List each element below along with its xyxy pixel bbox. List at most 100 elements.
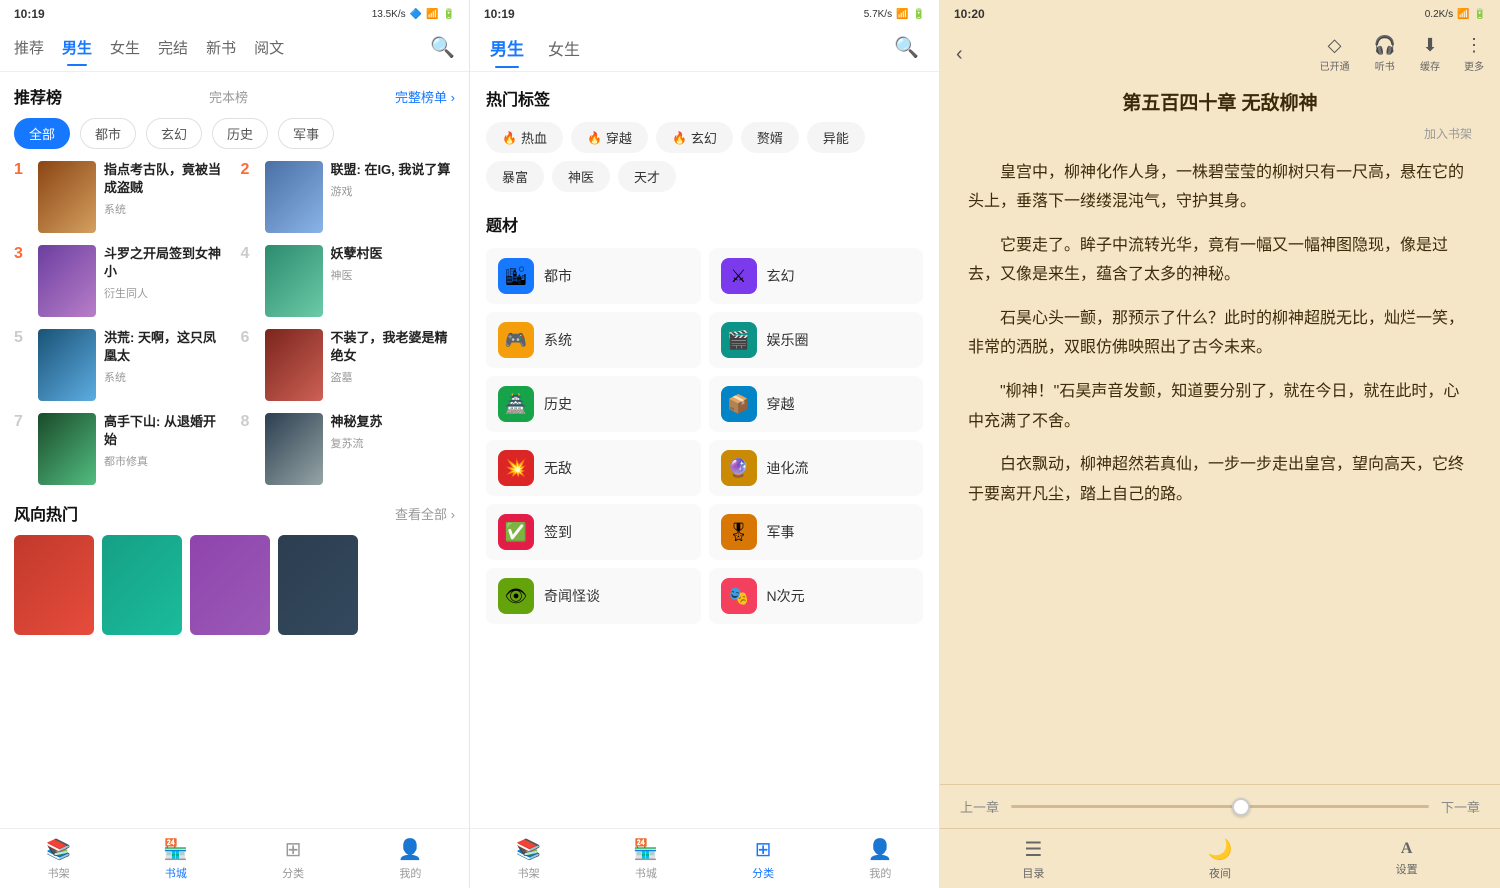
bookshelf-icon-2: 📚 bbox=[516, 837, 541, 862]
subject-item-签到[interactable]: ✅ 签到 bbox=[486, 504, 701, 560]
subject-item-玄幻[interactable]: ⚔ 玄幻 bbox=[709, 248, 924, 304]
bookshelf-icon-1: 📚 bbox=[46, 837, 71, 862]
subject-item-无敌[interactable]: 💥 无敌 bbox=[486, 440, 701, 496]
status-bar-2: 10:19 5.7K/s 📶 🔋 bbox=[470, 0, 939, 28]
bottom-nav-profile-2[interactable]: 👤 我的 bbox=[822, 837, 939, 881]
subject-item-系统[interactable]: 🎮 系统 bbox=[486, 312, 701, 368]
bottom-nav-bookshelf-1[interactable]: 📚 书架 bbox=[0, 837, 117, 881]
hot-tag-hotblood[interactable]: 🔥热血 bbox=[486, 122, 563, 153]
trending-cover-4[interactable] bbox=[278, 535, 358, 635]
subject-item-军事[interactable]: 🎖 军事 bbox=[709, 504, 924, 560]
subject-item-都市[interactable]: 🏙 都市 bbox=[486, 248, 701, 304]
book-item[interactable]: 5 洪荒: 天啊，这只凤凰太 系统 bbox=[14, 329, 229, 401]
book-rank: 3 bbox=[14, 245, 30, 263]
subject-item-奇闻怪谈[interactable]: 👁 奇闻怪谈 bbox=[486, 568, 701, 624]
trending-cover-3[interactable] bbox=[190, 535, 270, 635]
book-cover bbox=[38, 413, 96, 485]
book-cover bbox=[265, 245, 323, 317]
search-icon-2[interactable]: 🔍 bbox=[894, 35, 919, 68]
paragraph-2: 它要走了。眸子中流转光华，竟有一幅又一幅神图隐现，像是过去，又像是来生，蕴含了太… bbox=[968, 231, 1472, 290]
rank-btn-history[interactable]: 历史 bbox=[212, 118, 268, 149]
hot-tag-shenyi[interactable]: 神医 bbox=[552, 161, 610, 192]
tab-male[interactable]: 男生 bbox=[62, 37, 92, 66]
p3-settings-btn[interactable]: A 设置 bbox=[1313, 840, 1500, 877]
status-icons-3: 0.2K/s 📶 🔋 bbox=[1425, 9, 1486, 20]
add-bookshelf-btn[interactable]: 加入书架 bbox=[968, 125, 1472, 142]
chapter-slider[interactable] bbox=[1011, 805, 1429, 808]
subject-item-穿越[interactable]: 📦 穿越 bbox=[709, 376, 924, 432]
hot-tags-section: 热门标签 🔥热血 🔥穿越 🔥玄幻 赘婿 异能 暴富 神医 天才 bbox=[486, 86, 923, 192]
trending-cover-2[interactable] bbox=[102, 535, 182, 635]
tab-newbook[interactable]: 新书 bbox=[206, 37, 236, 66]
p3-action-more[interactable]: ⋮ 更多 bbox=[1464, 35, 1484, 73]
back-button[interactable]: ‹ bbox=[956, 43, 963, 66]
paragraph-1: 皇宫中，柳神化作人身，一株碧莹莹的柳树只有一尺高，悬在它的头上，垂落下一缕缕混沌… bbox=[968, 158, 1472, 217]
p3-action-vip[interactable]: ◇ 已开通 bbox=[1320, 35, 1350, 73]
category-label-2: 分类 bbox=[752, 865, 774, 881]
tab-yuewen[interactable]: 阅文 bbox=[254, 37, 284, 66]
settings-icon: A bbox=[1401, 840, 1413, 858]
trending-link[interactable]: 查看全部 › bbox=[395, 504, 455, 523]
p3-action-cache[interactable]: ⬇ 缓存 bbox=[1420, 35, 1440, 73]
book-list: 1 指点考古队，竟被当成盗贼 系统 2 联盟: 在IG, 我说了算 游戏 3 斗… bbox=[14, 161, 455, 485]
book-item[interactable]: 7 高手下山: 从退婚开始 都市修真 bbox=[14, 413, 229, 485]
book-tag: 盗墓 bbox=[331, 369, 456, 385]
subject-item-娱乐圈[interactable]: 🎬 娱乐圈 bbox=[709, 312, 924, 368]
subject-item-历史[interactable]: 🏯 历史 bbox=[486, 376, 701, 432]
tab2-male[interactable]: 男生 bbox=[490, 35, 524, 68]
bottom-nav-store-1[interactable]: 🏪 书城 bbox=[117, 837, 234, 881]
book-item[interactable]: 3 斗罗之开局签到女神小 衍生同人 bbox=[14, 245, 229, 317]
subject-section: 题材 🏙 都市 ⚔ 玄幻 🎮 系统 🎬 娱乐圈 🏯 历史 📦 穿越 💥 无敌 🔮… bbox=[486, 212, 923, 624]
rank-full-link[interactable]: 完整榜单 › bbox=[395, 87, 455, 106]
p3-action-listen[interactable]: 🎧 听书 bbox=[1374, 35, 1396, 73]
profile-icon-1: 👤 bbox=[398, 837, 423, 862]
hot-tag-chuanyue[interactable]: 🔥穿越 bbox=[571, 122, 648, 153]
rank-btn-military[interactable]: 军事 bbox=[278, 118, 334, 149]
p3-night-btn[interactable]: 🌙 夜间 bbox=[1127, 837, 1314, 881]
book-item[interactable]: 4 妖孽村医 神医 bbox=[241, 245, 456, 317]
tab-female[interactable]: 女生 bbox=[110, 37, 140, 66]
trending-cover-1[interactable] bbox=[14, 535, 94, 635]
trending-header: 风向热门 查看全部 › bbox=[14, 501, 455, 525]
tab2-female[interactable]: 女生 bbox=[548, 36, 580, 68]
profile-icon-2: 👤 bbox=[868, 837, 893, 862]
subject-item-迪化流[interactable]: 🔮 迪化流 bbox=[709, 440, 924, 496]
book-tag: 游戏 bbox=[331, 183, 456, 199]
subject-item-N次元[interactable]: 🎭 N次元 bbox=[709, 568, 924, 624]
bottom-nav-bookshelf-2[interactable]: 📚 书架 bbox=[470, 837, 587, 881]
tab-complete[interactable]: 完结 bbox=[158, 37, 188, 66]
store-label-1: 书城 bbox=[165, 865, 187, 881]
subject-icon: 🎬 bbox=[721, 322, 757, 358]
hot-tag-yineng[interactable]: 异能 bbox=[807, 122, 865, 153]
p3-toolbar: ‹ ◇ 已开通 🎧 听书 ⬇ 缓存 ⋮ 更多 bbox=[940, 28, 1500, 80]
book-item[interactable]: 8 神秘复苏 复苏流 bbox=[241, 413, 456, 485]
subject-icon: 💥 bbox=[498, 450, 534, 486]
hot-tag-tiancai[interactable]: 天才 bbox=[618, 161, 676, 192]
rank-btn-fantasy[interactable]: 玄幻 bbox=[146, 118, 202, 149]
subject-label: 军事 bbox=[767, 522, 795, 542]
book-item[interactable]: 6 不装了，我老婆是精绝女 盗墓 bbox=[241, 329, 456, 401]
time-1: 10:19 bbox=[14, 7, 45, 21]
bottom-nav-category-1[interactable]: ⊞ 分类 bbox=[235, 837, 352, 881]
vip-icon: ◇ bbox=[1328, 35, 1342, 56]
bottom-nav-category-2[interactable]: ⊞ 分类 bbox=[705, 837, 822, 881]
bottom-nav-profile-1[interactable]: 👤 我的 bbox=[352, 837, 469, 881]
hot-tag-zuixu[interactable]: 赘婿 bbox=[741, 122, 799, 153]
bluetooth-icon: 🔷 bbox=[410, 9, 422, 20]
book-item[interactable]: 2 联盟: 在IG, 我说了算 游戏 bbox=[241, 161, 456, 233]
search-icon-1[interactable]: 🔍 bbox=[430, 35, 455, 68]
trending-section: 风向热门 查看全部 › bbox=[14, 501, 455, 635]
rank-btn-city[interactable]: 都市 bbox=[80, 118, 136, 149]
p3-toc-btn[interactable]: ☰ 目录 bbox=[940, 837, 1127, 881]
subject-label: 签到 bbox=[544, 522, 572, 542]
hot-tag-xuanhuan[interactable]: 🔥玄幻 bbox=[656, 122, 733, 153]
bottom-nav-store-2[interactable]: 🏪 书城 bbox=[587, 837, 704, 881]
rank-btn-all[interactable]: 全部 bbox=[14, 118, 70, 149]
hot-tag-baofu[interactable]: 暴富 bbox=[486, 161, 544, 192]
book-item[interactable]: 1 指点考古队，竟被当成盗贼 系统 bbox=[14, 161, 229, 233]
tab-recommend[interactable]: 推荐 bbox=[14, 37, 44, 66]
slider-thumb[interactable] bbox=[1232, 798, 1250, 816]
book-title: 神秘复苏 bbox=[331, 413, 456, 431]
bottom-nav-1: 📚 书架 🏪 书城 ⊞ 分类 👤 我的 bbox=[0, 828, 469, 888]
time-3: 10:20 bbox=[954, 7, 985, 21]
